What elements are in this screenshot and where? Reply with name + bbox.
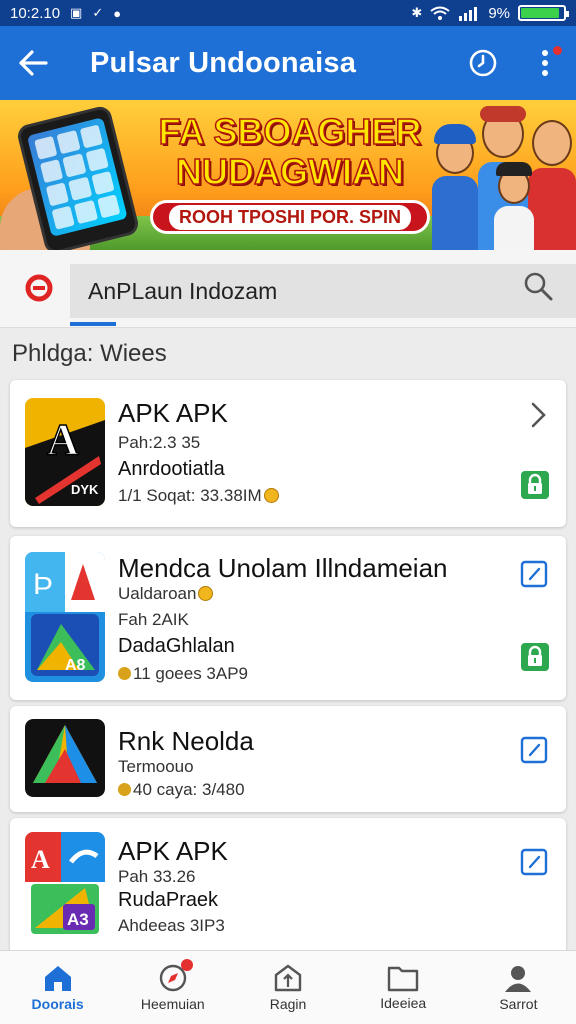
app-category: DadaGhlalan [118,635,235,657]
app-version: Pah:2.3 35 [118,433,201,452]
svg-text:A: A [47,415,79,464]
lock-icon[interactable] [520,642,550,672]
search-focus-indicator [70,322,116,326]
page-title: Pulsar Undoonaisa [90,46,357,79]
app-stats: 1/1 Soqat: 33.38IM [118,486,279,506]
svg-text:A8: A8 [65,657,86,674]
notification-dot [551,44,564,57]
wifi-icon [430,6,450,20]
brand-logo-icon [25,274,53,302]
coin-icon [118,667,131,680]
app-bar: Pulsar Undoonaisa [0,26,576,100]
status-time: 10:2.10 [10,4,61,22]
chat-notification-icon: ● [113,5,122,21]
app-stats: 40 caya: 3/480 [118,780,245,800]
coin-icon [263,488,279,503]
search-input[interactable]: AnPLaun Indozam [70,264,576,318]
upload-icon [274,964,302,992]
app-developer: Anrdootiatla [118,458,225,480]
svg-text:Ϸ: Ϸ [33,568,53,601]
app-title: APK APK [118,836,228,866]
folder-icon [388,966,419,992]
more-options-button[interactable] [514,26,576,100]
nav-discover[interactable]: Heemuian [115,951,230,1024]
home-icon [44,966,71,991]
nav-label: Doorais [31,996,84,1012]
svg-text:A3: A3 [67,910,89,929]
search-icon[interactable] [522,270,554,302]
back-button[interactable] [0,26,66,100]
section-title: Phldga: Wiees [12,340,167,367]
app-version: Pah 33.26 [118,867,196,886]
bluetooth-icon: ✱ [411,5,423,20]
nav-label: Heemuian [140,996,205,1012]
more-vertical-icon [542,50,548,76]
nav-profile[interactable]: Sarrot [461,951,576,1024]
nav-files[interactable]: Ideeiea [346,951,461,1024]
banner-cta[interactable]: ROOH TPOSHI POR. SPIN [150,200,430,234]
gallery-notification-icon: ▣ [70,5,83,20]
app-developer: RudaPraek [118,889,219,911]
promo-banner[interactable]: FA SBOAGHER NUDAGWIAN ROOH TPOSHI POR. S… [0,100,576,250]
profile-icon [505,966,532,992]
list-item[interactable]: A A3 APK APK Pah 33.26 RudaPraek Ahdeeas… [10,818,566,958]
nav-badge [181,959,194,971]
app-title: Rnk Neolda [118,726,254,756]
chevron-right-icon[interactable] [524,400,552,430]
app-icon: Ϸ A8 [25,552,105,682]
app-stats: 11 goees 3AP9 [118,664,248,684]
edit-icon[interactable] [520,736,548,764]
nav-home[interactable]: Doorais [0,951,115,1024]
list-item[interactable]: A DYK APK APK Pah:2.3 35 Anrdootiatla 1/… [10,380,566,527]
app-icon: A DYK [25,398,105,506]
check-notification-icon: ✓ [92,5,104,20]
edit-icon[interactable] [520,560,548,588]
bottom-navigation: Doorais Heemuian Ragin Ideeiea Sarrot [0,950,576,1024]
nav-upload[interactable]: Ragin [230,951,345,1024]
history-button[interactable] [452,26,514,100]
app-icon [25,719,105,797]
people-illustration [428,106,576,250]
search-input-value: AnPLaun Indozam [88,277,278,304]
nav-label: Ragin [269,996,307,1012]
back-arrow-icon [19,50,48,76]
app-developer: Termoouo [118,757,194,776]
coin-icon [198,586,214,601]
banner-cta-label: ROOH TPOSHI POR. SPIN [168,204,412,230]
app-title: Mendca Unolam Illndameian [118,553,448,583]
app-icon: A A3 [25,832,105,936]
status-bar: 10:2.10 ▣ ✓ ● ✱ 9% [0,0,576,26]
signal-icon [459,6,478,21]
list-item[interactable]: Ϸ A8 Mendca Unolam Illndameian Ualdaroan… [10,536,566,700]
edit-icon[interactable] [520,848,548,876]
nav-label: Ideeiea [380,995,427,1011]
app-stats: Ahdeeas 3IP3 [118,916,225,935]
app-version: Fah 2AIK [118,610,189,629]
list-item[interactable]: Rnk Neolda Termoouo 40 caya: 3/480 [10,706,566,812]
coin-icon [118,783,131,796]
battery-percent: 9% [488,4,510,22]
nav-label: Sarrot [499,996,538,1012]
clock-icon [469,49,497,77]
banner-title: FA SBOAGHER NUDAGWIAN [158,111,422,193]
svg-text:DYK: DYK [71,482,99,497]
lock-icon[interactable] [520,470,550,500]
svg-text:A: A [31,845,50,874]
app-developer: Ualdaroan [118,584,214,604]
app-title: APK APK [118,398,228,428]
search-bar: AnPLaun Indozam [0,250,576,328]
battery-icon [518,5,569,21]
